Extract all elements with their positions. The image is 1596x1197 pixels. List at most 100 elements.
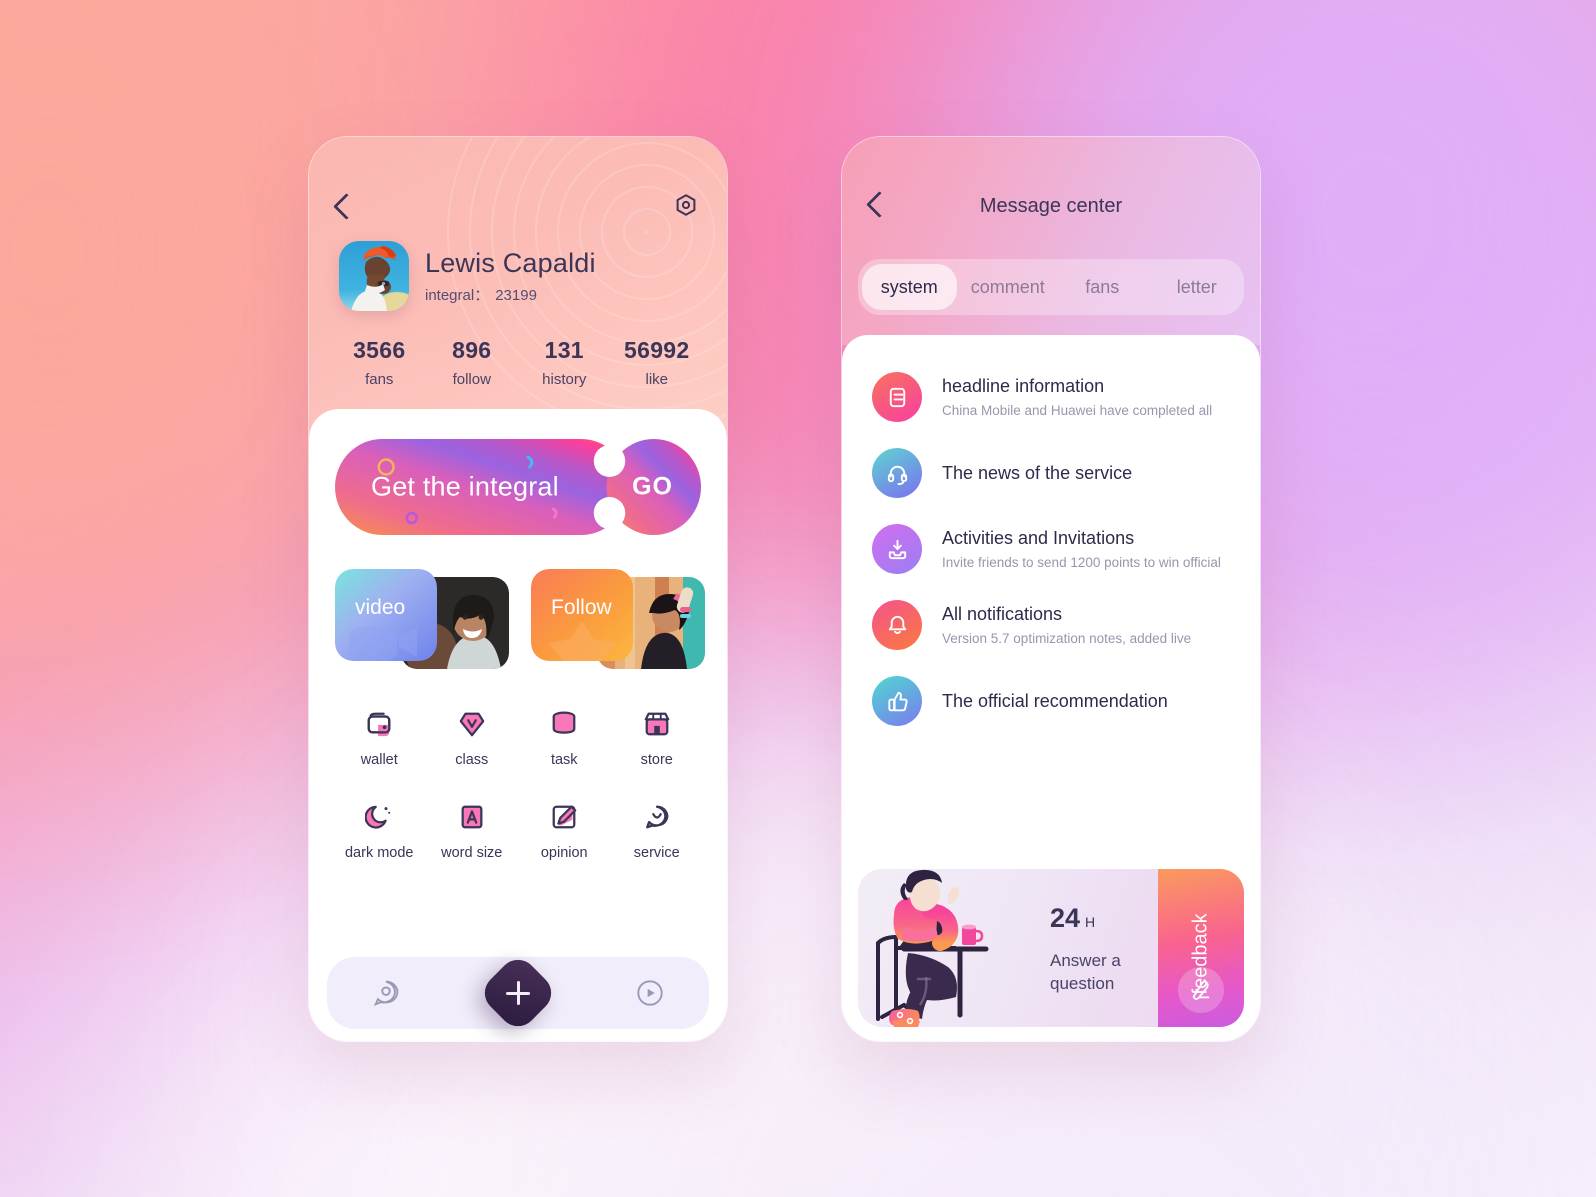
profile-identity: Lewis Capaldi integral： 23199 (309, 219, 727, 311)
feedback-text-block: 24 H Answer a question (1050, 903, 1121, 996)
follow-card-label: Follow (551, 596, 612, 619)
inbox-download-icon (872, 524, 922, 574)
feedback-hours: 24 H (1050, 903, 1121, 934)
feedback-side-panel[interactable]: feedback (1158, 869, 1244, 1027)
location-chat-icon[interactable] (371, 978, 401, 1008)
menu-item-store[interactable]: store (611, 709, 704, 768)
message-title: headline information (942, 376, 1105, 396)
profile-name-block: Lewis Capaldi integral： 23199 (425, 248, 596, 305)
tab-letter[interactable]: letter (1150, 264, 1245, 310)
follow-card[interactable]: Follow (531, 569, 705, 669)
video-card[interactable]: video (335, 569, 509, 669)
profile-screen: Lewis Capaldi integral： 23199 3566 fans 8… (308, 136, 728, 1042)
chat-smile-icon (611, 802, 704, 832)
pen-edit-icon[interactable] (1178, 967, 1224, 1013)
plus-icon (506, 981, 530, 1005)
message-subtitle: Version 5.7 optimization notes, added li… (942, 631, 1192, 646)
menu-item-class[interactable]: class (426, 709, 519, 768)
stat-label: follow (452, 371, 491, 388)
menu-label: dark mode (344, 845, 414, 861)
feedback-caption: Answer a question (1050, 950, 1121, 996)
message-item-headline[interactable]: headline information China Mobile and Hu… (842, 359, 1260, 435)
integral-label: integral： (425, 286, 490, 304)
stat-history[interactable]: 131 history (518, 337, 611, 388)
menu-label: wallet (360, 752, 398, 768)
message-header: Message center system comment fans lette… (842, 137, 1260, 345)
stat-value: 896 (452, 337, 492, 363)
edit-square-icon (518, 802, 611, 832)
message-title: The official recommendation (942, 690, 1168, 711)
menu-row-1: wallet class task store (333, 709, 703, 768)
menu-item-word-size[interactable]: word size (426, 802, 519, 861)
stat-follow[interactable]: 896 follow (426, 337, 519, 388)
page-title: Message center (979, 195, 1123, 217)
message-item-notifications[interactable]: All notifications Version 5.7 optimizati… (842, 587, 1260, 663)
play-circle-icon[interactable] (635, 978, 665, 1008)
database-stack-icon (518, 709, 611, 739)
stat-value: 131 (544, 337, 584, 363)
stat-like[interactable]: 56992 like (611, 337, 704, 388)
menu-label: task (550, 752, 578, 768)
message-title: Activities and Invitations (942, 528, 1135, 548)
message-item-official[interactable]: The official recommendation (842, 663, 1260, 739)
menu-item-task[interactable]: task (518, 709, 611, 768)
tab-comment[interactable]: comment (961, 264, 1056, 310)
message-tabs: system comment fans letter (858, 259, 1244, 315)
feedback-hours-unit: H (1085, 914, 1096, 930)
menu-label: opinion (540, 845, 588, 861)
message-text: headline information China Mobile and Hu… (942, 376, 1212, 418)
feedback-caption-line2: question (1050, 973, 1115, 993)
stat-value: 3566 (353, 337, 406, 363)
document-lines-icon (872, 372, 922, 422)
video-card-label: video (355, 596, 406, 619)
diamond-heart-icon (426, 709, 519, 739)
back-icon[interactable] (333, 192, 360, 220)
integral-row: integral： 23199 (425, 284, 596, 305)
feedback-card[interactable]: 24 H Answer a question feedback (858, 869, 1244, 1027)
profile-content: Get the integral GO video Follow wallet … (309, 409, 727, 1041)
menu-item-opinion[interactable]: opinion (518, 802, 611, 861)
message-list: headline information China Mobile and Hu… (842, 335, 1260, 1041)
moon-icon (333, 802, 426, 832)
hexagon-settings-icon[interactable] (673, 193, 699, 219)
message-item-service-news[interactable]: The news of the service (842, 435, 1260, 511)
profile-topbar (309, 137, 727, 220)
bottom-navbar (327, 951, 709, 1035)
get-integral-banner[interactable]: Get the integral GO (335, 439, 701, 535)
stat-label: like (645, 371, 668, 388)
bell-icon (872, 600, 922, 650)
background-gradient (0, 0, 1596, 1197)
message-text: All notifications Version 5.7 optimizati… (942, 604, 1191, 646)
integral-value: 23199 (495, 286, 537, 304)
menu-grid: wallet class task store dark mode word s… (333, 709, 703, 861)
storefront-icon (611, 709, 704, 739)
banner-go-button[interactable]: GO (632, 473, 673, 502)
menu-label: word size (441, 845, 503, 861)
stats-row: 3566 fans 896 follow 131 history 56992 l… (309, 311, 727, 388)
menu-item-service[interactable]: service (611, 802, 704, 861)
banner-label: Get the integral (371, 471, 559, 502)
menu-item-wallet[interactable]: wallet (333, 709, 426, 768)
person-at-desk-with-laptop-illustration (864, 869, 1032, 1027)
message-center-screen: Message center system comment fans lette… (841, 136, 1261, 1042)
page-title: Lewis Capaldi (425, 247, 596, 278)
message-topbar: Message center (842, 137, 1260, 218)
stat-fans[interactable]: 3566 fans (333, 337, 426, 388)
feedback-card-body: 24 H Answer a question (858, 869, 1158, 1027)
create-button[interactable] (476, 951, 560, 1035)
stat-value: 56992 (624, 337, 690, 363)
message-text: The news of the service (942, 463, 1132, 484)
tab-system[interactable]: system (862, 264, 957, 310)
avatar[interactable] (339, 241, 409, 311)
message-text: Activities and Invitations Invite friend… (942, 528, 1221, 570)
media-cards: video Follow (333, 569, 705, 669)
message-item-activities[interactable]: Activities and Invitations Invite friend… (842, 511, 1260, 587)
stat-label: history (542, 371, 587, 388)
menu-item-dark-mode[interactable]: dark mode (333, 802, 426, 861)
profile-header: Lewis Capaldi integral： 23199 3566 fans 8… (309, 137, 727, 433)
menu-label: store (640, 752, 673, 768)
stat-label: fans (365, 371, 394, 388)
thumbs-up-icon (872, 676, 922, 726)
message-title: The news of the service (942, 462, 1133, 483)
tab-fans[interactable]: fans (1055, 264, 1150, 310)
